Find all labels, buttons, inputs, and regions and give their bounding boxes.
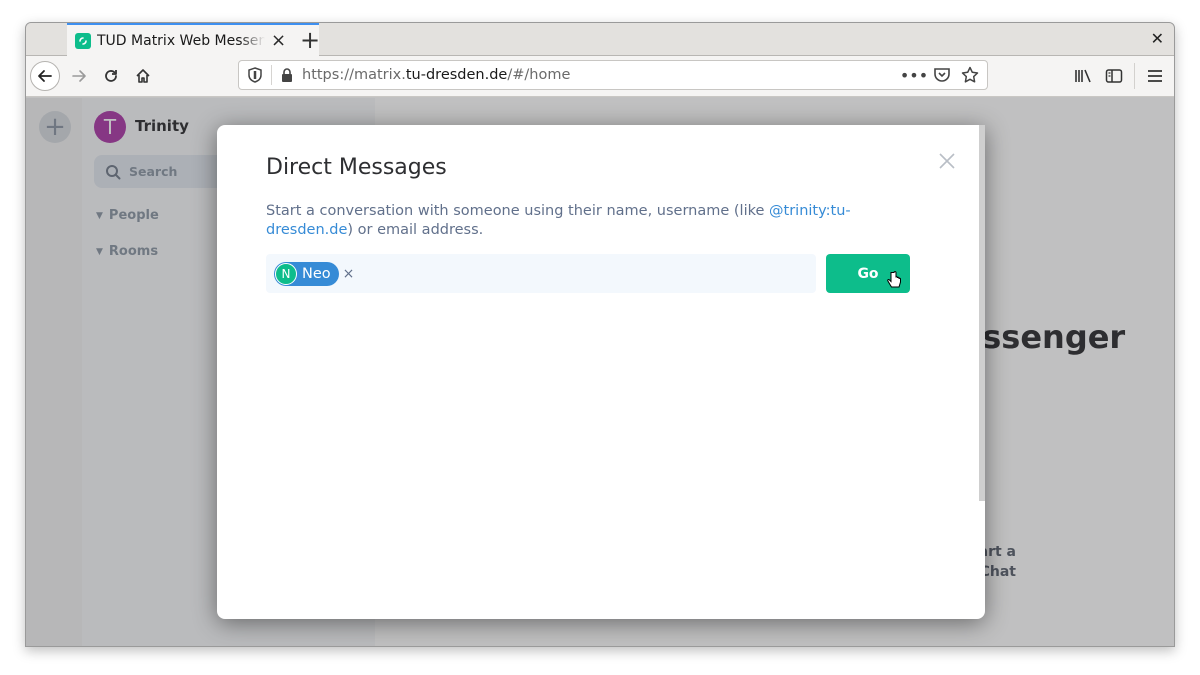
- url-prefix: https://matrix.: [302, 67, 406, 83]
- address-bar[interactable]: https://matrix.tu-dresden.de/#/home •••: [238, 60, 988, 90]
- element-favicon-icon: [75, 32, 91, 49]
- direct-messages-dialog: Direct Messages Start a conversation wit…: [217, 125, 985, 619]
- hand-cursor-icon: [887, 271, 901, 288]
- lock-icon[interactable]: [280, 67, 294, 83]
- description-text: Start a conversation with someone using …: [266, 203, 770, 219]
- arrow-left-icon: [38, 70, 52, 82]
- browser-window: TUD Matrix Web Messenger × + ✕ https:/: [25, 22, 1175, 647]
- close-icon[interactable]: [937, 151, 957, 171]
- new-tab-button[interactable]: +: [296, 26, 324, 54]
- sidebar-icon[interactable]: [1103, 65, 1125, 87]
- arrow-right-icon: [72, 70, 86, 82]
- star-icon[interactable]: [961, 66, 979, 84]
- dialog-scrollbar[interactable]: [979, 125, 985, 501]
- reload-button[interactable]: [96, 61, 126, 91]
- home-button[interactable]: [128, 61, 158, 91]
- browser-tab-active[interactable]: TUD Matrix Web Messenger ×: [67, 23, 319, 56]
- invitee-name: Neo: [302, 265, 331, 282]
- home-icon: [136, 69, 150, 83]
- dialog-description: Start a conversation with someone using …: [266, 202, 866, 240]
- shield-icon[interactable]: [247, 67, 263, 83]
- back-button[interactable]: [30, 61, 60, 91]
- url-host: tu-dresden.de: [405, 67, 508, 83]
- remove-invitee-icon[interactable]: ×: [343, 266, 355, 282]
- hamburger-icon[interactable]: [1144, 65, 1166, 87]
- window-close-button[interactable]: ✕: [1151, 29, 1164, 48]
- invitee-pill[interactable]: N Neo: [274, 261, 339, 286]
- url-path: /#/home: [507, 67, 571, 83]
- invitee-input[interactable]: N Neo ×: [266, 254, 816, 293]
- navigation-bar: https://matrix.tu-dresden.de/#/home •••: [26, 56, 1174, 97]
- url-text[interactable]: https://matrix.tu-dresden.de/#/home: [302, 67, 570, 83]
- dialog-title: Direct Messages: [266, 155, 447, 180]
- ellipsis-icon[interactable]: •••: [900, 66, 928, 85]
- toolbar-divider: [1134, 63, 1135, 89]
- forward-button[interactable]: [64, 61, 94, 91]
- tab-title: TUD Matrix Web Messenger: [97, 32, 265, 49]
- tab-strip: TUD Matrix Web Messenger × + ✕: [26, 23, 1174, 56]
- url-divider: [271, 65, 272, 85]
- library-icon[interactable]: [1072, 65, 1094, 87]
- tab-close-icon[interactable]: ×: [271, 30, 286, 51]
- reload-icon: [105, 70, 117, 82]
- description-text-end: ) or email address.: [347, 222, 484, 238]
- pocket-icon[interactable]: [933, 66, 951, 84]
- invitee-avatar: N: [275, 262, 297, 285]
